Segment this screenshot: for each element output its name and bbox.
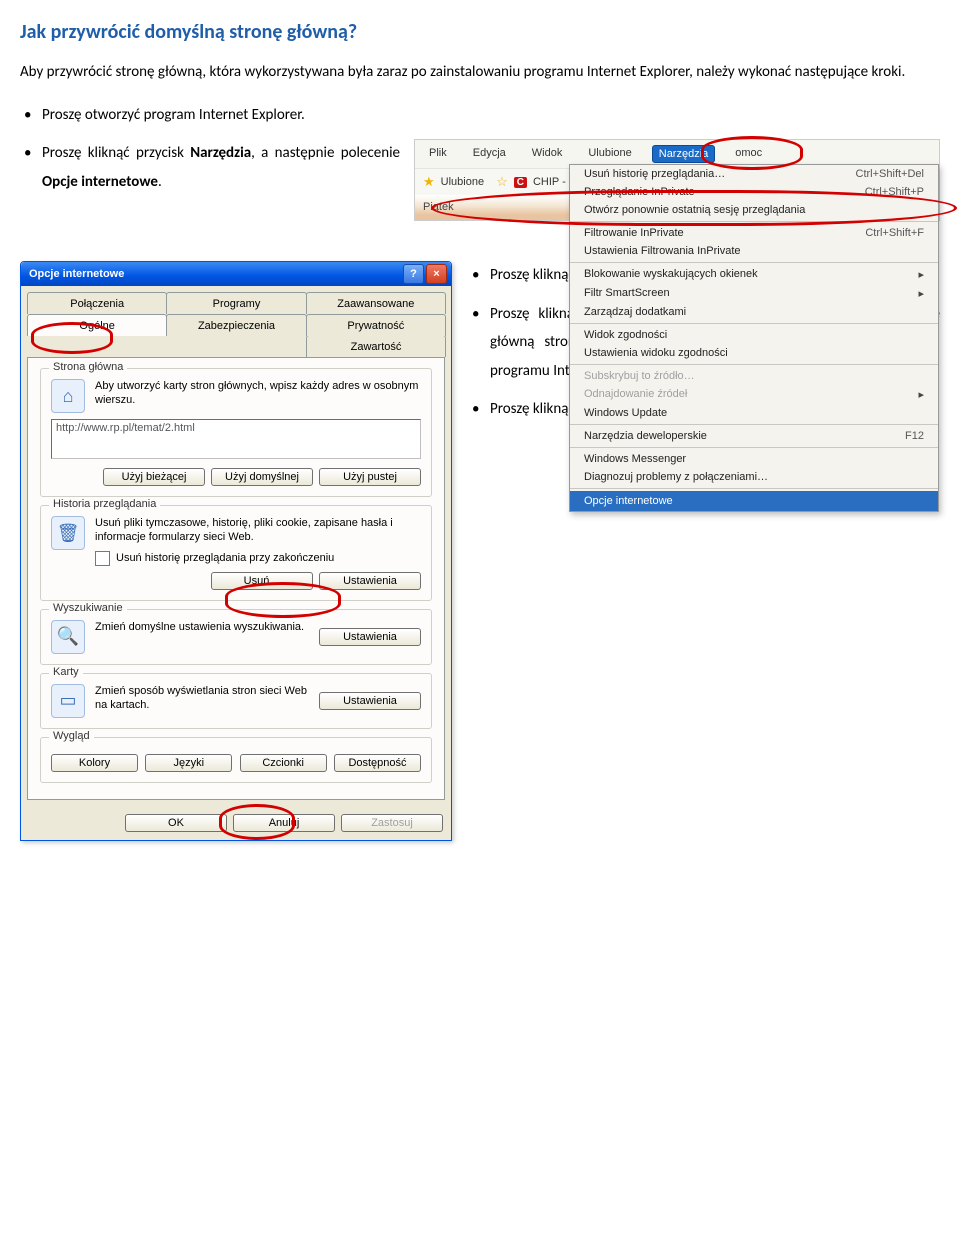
dd-inprivate[interactable]: Przeglądanie InPrivateCtrl+Shift+P	[570, 183, 938, 201]
dialog-titlebar: Opcje internetowe ? ×	[21, 262, 451, 286]
tab-programy[interactable]: Programy	[166, 292, 306, 314]
dd-diagnose[interactable]: Diagnozuj problemy z połączeniami…	[570, 468, 938, 486]
use-blank-button[interactable]: Użyj pustej	[319, 468, 421, 486]
dd-popup-blocker[interactable]: Blokowanie wyskakujących okienek	[570, 265, 938, 284]
menu-plik[interactable]: Plik	[423, 145, 453, 163]
languages-button[interactable]: Języki	[145, 754, 232, 772]
use-current-button[interactable]: Użyj bieżącej	[103, 468, 205, 486]
ok-button[interactable]: OK	[125, 814, 227, 832]
dd-manage-addons[interactable]: Zarządzaj dodatkami	[570, 303, 938, 321]
homepage-desc: Aby utworzyć karty stron głównych, wpisz…	[95, 379, 421, 413]
tabs-settings-button[interactable]: Ustawienia	[319, 692, 421, 710]
favorites-label[interactable]: Ulubione	[441, 176, 484, 188]
cancel-button[interactable]: Anuluj	[233, 814, 335, 832]
tab-panel: Strona główna ⌂ Aby utworzyć karty stron…	[27, 357, 445, 800]
menu-edycja[interactable]: Edycja	[467, 145, 512, 163]
help-icon[interactable]: ?	[403, 264, 424, 284]
history-legend: Historia przeglądania	[49, 498, 160, 510]
tabs: Połączenia Programy Zaawansowane Ogólne …	[27, 292, 445, 336]
tabs-legend: Karty	[49, 666, 83, 678]
dd-internet-options[interactable]: Opcje internetowe	[570, 491, 938, 511]
tab-prywatnosc[interactable]: Prywatność	[306, 314, 446, 336]
delete-on-exit-checkbox[interactable]: Usuń historię przeglądania przy zakończe…	[95, 551, 421, 566]
dd-compat-settings[interactable]: Ustawienia widoku zgodności	[570, 344, 938, 362]
tab-polaczenia[interactable]: Połączenia	[27, 292, 167, 314]
homepage-legend: Strona główna	[49, 361, 127, 373]
group-tabs: Karty ▭ Zmień sposób wyświetlania stron …	[40, 673, 432, 729]
dialog-footer: OK Anuluj Zastosuj	[21, 806, 451, 840]
dd-messenger[interactable]: Windows Messenger	[570, 450, 938, 468]
close-icon[interactable]: ×	[426, 264, 447, 284]
fonts-button[interactable]: Czcionki	[240, 754, 327, 772]
tabs-icon: ▭	[51, 684, 85, 718]
step-1: Proszę otworzyć program Internet Explore…	[20, 101, 940, 130]
group-homepage: Strona główna ⌂ Aby utworzyć karty stron…	[40, 368, 432, 497]
dd-reopen-session[interactable]: Otwórz ponownie ostatnią sesję przegląda…	[570, 201, 938, 219]
use-default-button[interactable]: Użyj domyślnej	[211, 468, 313, 486]
search-settings-button[interactable]: Ustawienia	[319, 628, 421, 646]
dialog-title: Opcje internetowe	[29, 268, 124, 280]
colors-button[interactable]: Kolory	[51, 754, 138, 772]
tabs-desc: Zmień sposób wyświetlania stron sieci We…	[95, 684, 309, 718]
accessibility-button[interactable]: Dostępność	[334, 754, 421, 772]
appearance-legend: Wygląd	[49, 730, 94, 742]
homepage-input[interactable]: http://www.rp.pl/temat/2.html	[51, 419, 421, 459]
step-2: Proszę kliknąć przycisk Narzędzia, a nas…	[20, 139, 400, 196]
chip-icon: C	[514, 177, 527, 188]
apply-button: Zastosuj	[341, 814, 443, 832]
history-desc: Usuń pliki tymczasowe, historię, pliki c…	[95, 517, 393, 543]
dd-delete-history[interactable]: Usuń historię przeglądania…Ctrl+Shift+De…	[570, 165, 938, 183]
group-history: Historia przeglądania 🗑 Usuń pliki tymcz…	[40, 505, 432, 601]
internet-options-dialog: Opcje internetowe ? × Połączenia Program…	[20, 261, 452, 841]
intro-text: Aby przywrócić stronę główną, która wyko…	[20, 58, 940, 87]
menu-ulubione[interactable]: Ulubione	[582, 145, 637, 163]
tab-zaawansowane[interactable]: Zaawansowane	[306, 292, 446, 314]
history-icon: 🗑	[51, 516, 85, 550]
home-icon: ⌂	[51, 379, 85, 413]
tab-ogolne[interactable]: Ogólne	[27, 314, 167, 336]
page-title: Jak przywrócić domyślną stronę główną?	[20, 20, 940, 44]
dd-inprivate-filter-settings[interactable]: Ustawienia Filtrowania InPrivate	[570, 242, 938, 260]
dd-subscribe-feed: Subskrybuj to źródło…	[570, 367, 938, 385]
checkbox-icon	[95, 551, 110, 566]
group-appearance: Wygląd Kolory Języki Czcionki Dostępność	[40, 737, 432, 783]
menu-widok[interactable]: Widok	[526, 145, 569, 163]
history-settings-button[interactable]: Ustawienia	[319, 572, 421, 590]
star-icon: ★	[423, 174, 435, 190]
star-icon-2: ☆	[496, 174, 508, 190]
dd-feed-discovery: Odnajdowanie źródeł	[570, 385, 938, 404]
dd-smartscreen[interactable]: Filtr SmartScreen	[570, 284, 938, 303]
menu-pomoc[interactable]: omoc	[729, 145, 768, 163]
tab-zabezpieczenia[interactable]: Zabezpieczenia	[166, 314, 306, 336]
search-icon: 🔍	[51, 620, 85, 654]
group-search: Wyszukiwanie 🔍 Zmień domyślne ustawienia…	[40, 609, 432, 665]
tab-zawartosc[interactable]: Zawartość	[306, 335, 446, 357]
search-legend: Wyszukiwanie	[49, 602, 127, 614]
menu-narzedzia[interactable]: Narzędzia	[652, 145, 716, 163]
dd-windows-update[interactable]: Windows Update	[570, 404, 938, 422]
tools-dropdown: Usuń historię przeglądania…Ctrl+Shift+De…	[569, 164, 939, 512]
search-desc: Zmień domyślne ustawienia wyszukiwania.	[95, 620, 309, 654]
dd-compat-view[interactable]: Widok zgodności	[570, 326, 938, 344]
dd-dev-tools[interactable]: Narzędzia deweloperskieF12	[570, 427, 938, 445]
dd-inprivate-filter[interactable]: Filtrowanie InPrivateCtrl+Shift+F	[570, 224, 938, 242]
tools-menu-screenshot: Plik Edycja Widok Ulubione Narzędzia omo…	[414, 139, 940, 221]
delete-button[interactable]: Usuń…	[211, 572, 313, 590]
